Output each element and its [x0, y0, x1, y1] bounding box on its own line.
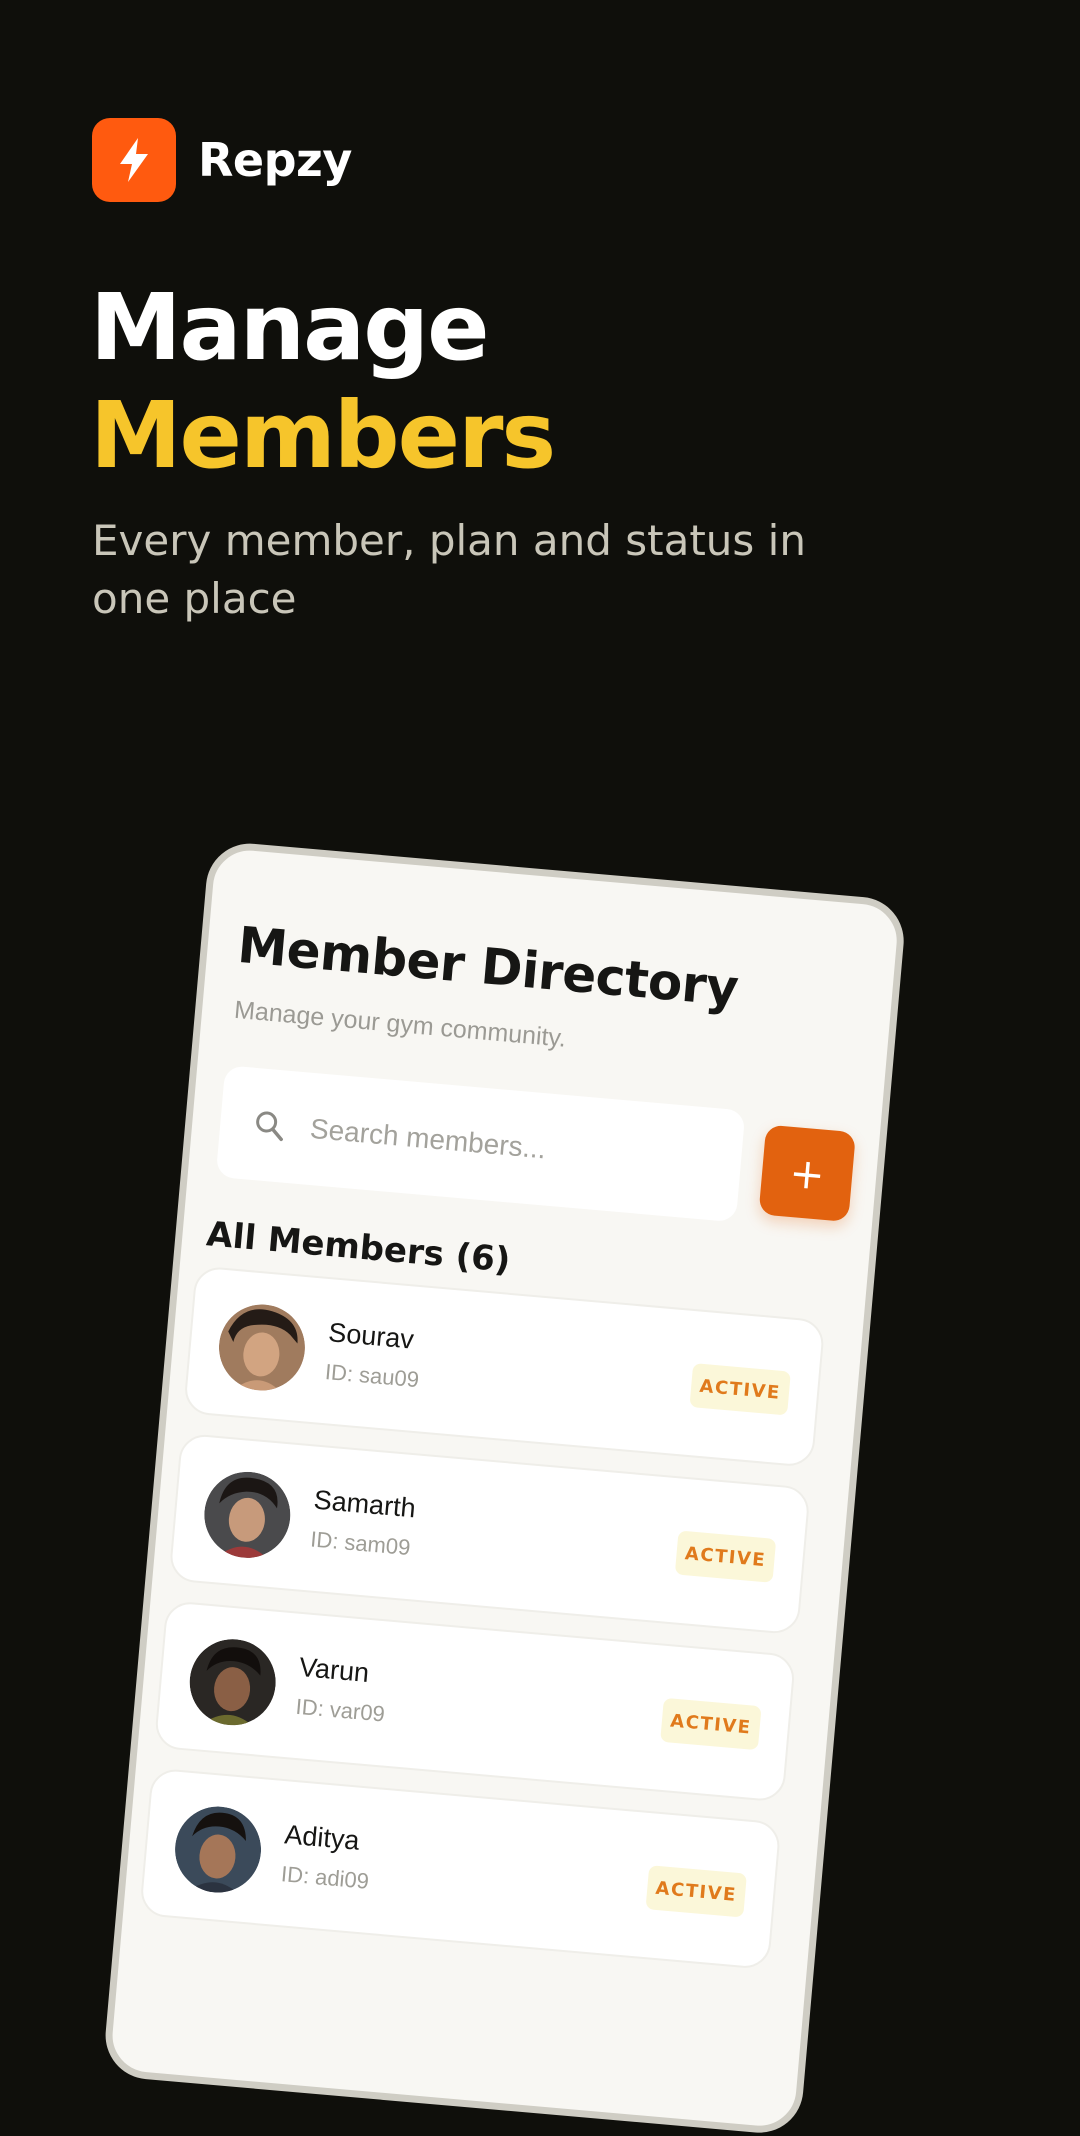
search-icon [256, 1111, 283, 1142]
status-badge: ACTIVE [660, 1697, 762, 1751]
member-name: Samarth [312, 1484, 417, 1524]
search-input[interactable]: Search members... [215, 1065, 746, 1223]
member-card[interactable]: Sourav ID: sau09 ACTIVE [182, 1265, 826, 1468]
status-badge: ACTIVE [689, 1363, 791, 1416]
avatar [189, 1639, 276, 1728]
member-id: ID: adi09 [280, 1861, 371, 1894]
hero-title-line2: Members [90, 382, 556, 489]
member-name: Aditya [283, 1819, 361, 1856]
add-member-button[interactable]: + [758, 1124, 856, 1223]
member-name: Sourav [327, 1317, 416, 1355]
brand-name: Repzy [198, 133, 352, 187]
brand-logo [92, 118, 176, 202]
member-card[interactable]: Aditya ID: adi09 ACTIVE [139, 1767, 782, 1970]
member-card[interactable]: Varun ID: var09 ACTIVE [153, 1600, 797, 1803]
member-id: ID: sau09 [324, 1359, 421, 1393]
member-name: Varun [297, 1651, 371, 1688]
avatar [175, 1806, 262, 1895]
bolt-icon [120, 138, 148, 182]
hero-title-line1: Manage [90, 274, 489, 381]
status-badge: ACTIVE [645, 1865, 747, 1918]
member-id: ID: var09 [294, 1693, 386, 1727]
status-badge: ACTIVE [674, 1530, 777, 1583]
avatar [204, 1471, 291, 1560]
search-placeholder: Search members... [308, 1112, 548, 1165]
member-id: ID: sam09 [309, 1526, 412, 1561]
hero-subtitle: Every member, plan and status in one pla… [92, 516, 806, 623]
brand: Repzy [92, 118, 352, 202]
member-directory-screen: Member Directory Manage your gym communi… [110, 848, 900, 2129]
avatar [218, 1304, 305, 1393]
screen-subtitle: Manage your gym community. [233, 995, 568, 1053]
member-card[interactable]: Samarth ID: sam09 ACTIVE [168, 1432, 811, 1636]
phone-mockup: Member Directory Manage your gym communi… [101, 840, 908, 2136]
